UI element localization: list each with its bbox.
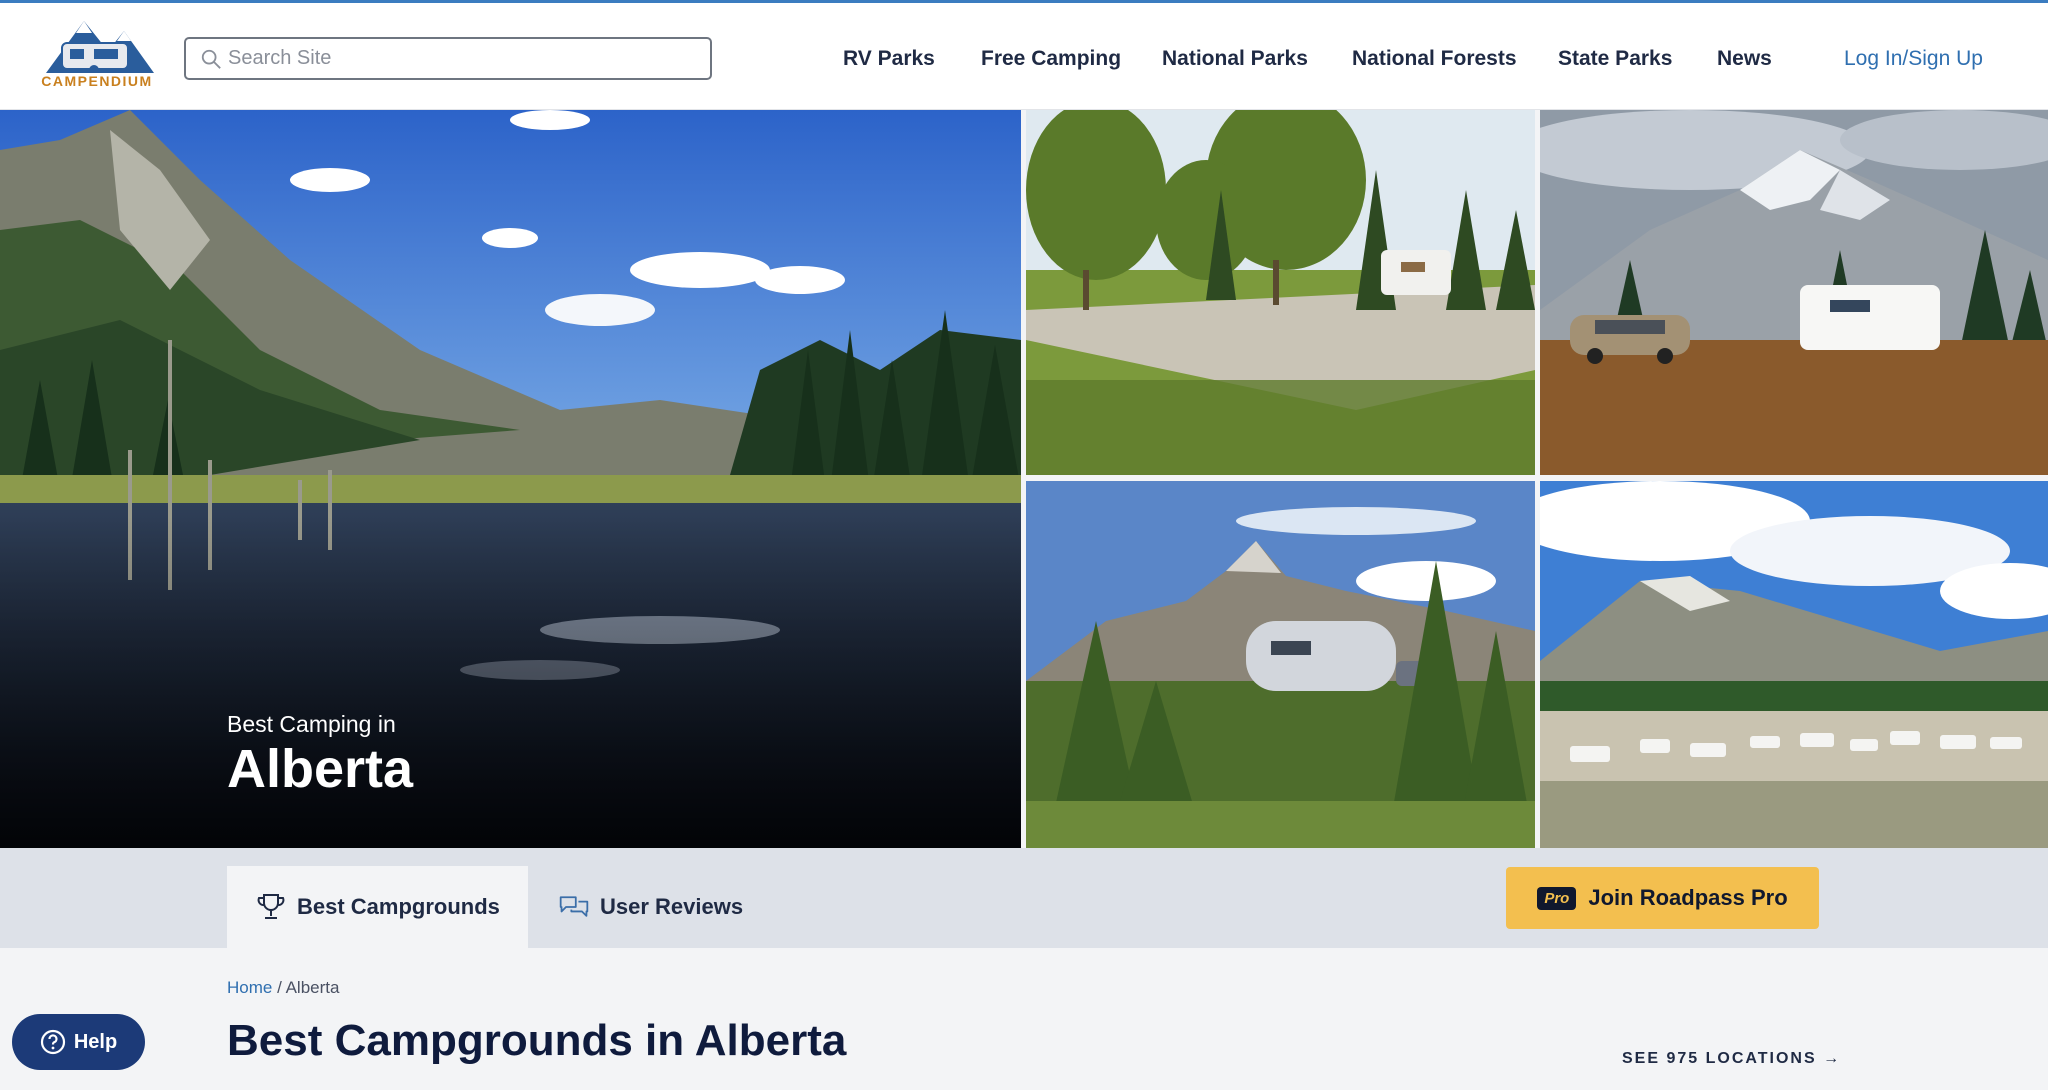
question-circle-icon xyxy=(40,1029,65,1055)
tab-reviews-label: User Reviews xyxy=(600,894,744,919)
hero-subtitle: Best Camping in xyxy=(227,711,396,737)
trophy-icon xyxy=(257,894,285,919)
hero-main-image[interactable]: Best Camping in Alberta xyxy=(0,110,1021,848)
hero-tile-valley-rvs[interactable] xyxy=(1540,481,2048,848)
join-roadpass-pro-button[interactable]: Pro Join Roadpass Pro xyxy=(1506,867,1819,929)
site-header: CAMPENDIUM RV Parks Free Camping Nationa… xyxy=(0,0,2048,110)
tab-bar: Best Campgrounds User Reviews Pro Join R… xyxy=(0,848,2048,948)
breadcrumb-home[interactable]: Home xyxy=(227,978,272,997)
page-title: Best Campgrounds in Alberta xyxy=(227,1016,847,1065)
hero-tile-mountain-van[interactable] xyxy=(1540,110,2048,475)
park-lawn-photo xyxy=(1026,110,1535,475)
search-icon xyxy=(201,49,221,69)
tab-best-campgrounds[interactable]: Best Campgrounds xyxy=(227,866,528,948)
nav-national-forests[interactable]: National Forests xyxy=(1352,47,1517,71)
camper-mountain-icon xyxy=(46,21,154,75)
hero-title: Alberta xyxy=(227,739,414,799)
login-signup-link[interactable]: Log In/Sign Up xyxy=(1844,47,1983,71)
help-button[interactable]: Help xyxy=(12,1014,145,1070)
nav-free-camping[interactable]: Free Camping xyxy=(981,47,1121,71)
tab-user-reviews[interactable]: User Reviews xyxy=(530,866,771,948)
mountain-van-photo xyxy=(1540,110,2048,475)
breadcrumb-current: Alberta xyxy=(285,978,340,997)
chat-bubbles-icon xyxy=(559,896,589,917)
campendium-logo[interactable]: CAMPENDIUM xyxy=(36,21,158,95)
hero-tile-airstream[interactable] xyxy=(1026,481,1535,848)
help-label: Help xyxy=(73,1030,118,1053)
pro-badge: Pro xyxy=(1537,886,1577,910)
valley-rvs-photo xyxy=(1540,481,2048,848)
mountain-lake-photo xyxy=(0,110,1021,848)
hero-tile-park[interactable] xyxy=(1026,110,1535,475)
see-all-locations-link[interactable]: SEE 975 LOCATIONS → xyxy=(1622,1050,1841,1068)
breadcrumb-separator: / xyxy=(272,978,286,997)
logo-text: CAMPENDIUM xyxy=(41,73,153,89)
nav-rv-parks[interactable]: RV Parks xyxy=(843,47,935,71)
search-box[interactable] xyxy=(184,37,712,80)
nav-news[interactable]: News xyxy=(1717,47,1772,71)
nav-national-parks[interactable]: National Parks xyxy=(1162,47,1308,71)
nav-state-parks[interactable]: State Parks xyxy=(1558,47,1672,71)
airstream-forest-photo xyxy=(1026,481,1535,848)
tab-best-label: Best Campgrounds xyxy=(297,894,500,919)
pro-button-label: Join Roadpass Pro xyxy=(1588,885,1788,910)
search-input[interactable] xyxy=(228,43,698,74)
breadcrumb: Home / Alberta xyxy=(227,978,339,998)
